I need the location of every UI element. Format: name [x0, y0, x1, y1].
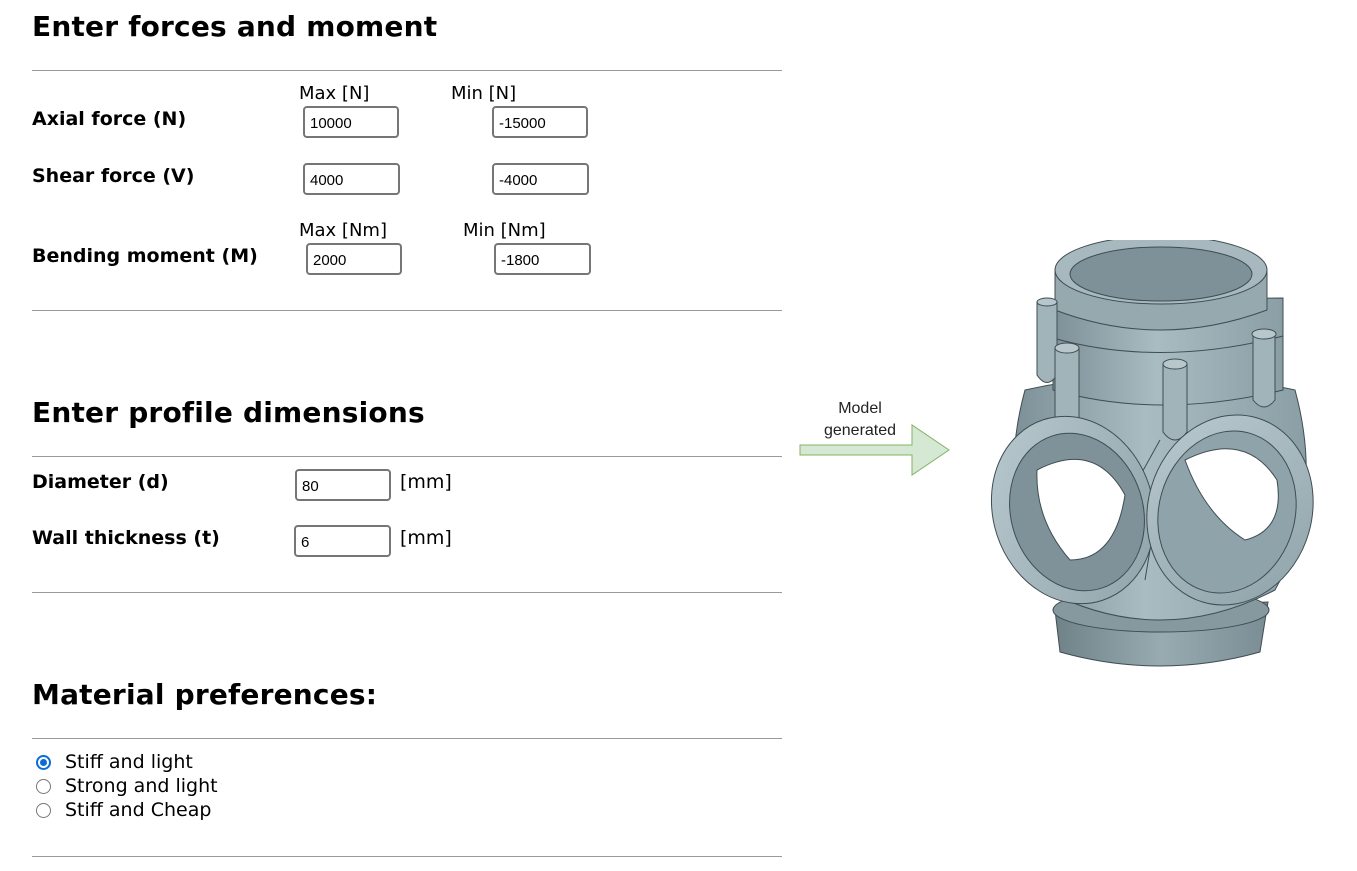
- wall-thickness-input[interactable]: [294, 525, 391, 557]
- caption-line-1: Model: [838, 400, 882, 417]
- min-n-header: Min [N]: [451, 83, 517, 104]
- divider: [32, 70, 782, 71]
- material-option-strong-light[interactable]: Strong and light: [36, 774, 218, 798]
- divider: [32, 310, 782, 311]
- wall-thickness-unit: [mm]: [400, 527, 452, 549]
- radio-button[interactable]: [36, 778, 51, 794]
- shear-min-input[interactable]: [492, 163, 589, 195]
- forces-title: Enter forces and moment: [32, 10, 438, 43]
- shear-force-label: Shear force (V): [32, 165, 195, 187]
- profile-title: Enter profile dimensions: [32, 396, 425, 429]
- radio-button[interactable]: [36, 754, 51, 770]
- axial-max-input[interactable]: [303, 106, 399, 138]
- bending-max-input[interactable]: [306, 243, 402, 275]
- divider: [32, 592, 782, 593]
- min-nm-header: Min [Nm]: [463, 220, 546, 241]
- max-n-header: Max [N]: [299, 83, 370, 104]
- radio-label: Strong and light: [65, 775, 218, 797]
- axial-min-input[interactable]: [492, 106, 588, 138]
- divider: [32, 738, 782, 739]
- shear-max-input[interactable]: [303, 163, 400, 195]
- radio-label: Stiff and light: [65, 751, 193, 773]
- material-option-stiff-cheap[interactable]: Stiff and Cheap: [36, 798, 211, 822]
- bending-moment-label: Bending moment (M): [32, 245, 258, 267]
- radio-button[interactable]: [36, 802, 51, 818]
- divider: [32, 456, 782, 457]
- connector-model-image: [990, 240, 1314, 667]
- diameter-label: Diameter (d): [32, 471, 169, 493]
- divider: [32, 856, 782, 857]
- axial-force-label: Axial force (N): [32, 108, 187, 130]
- bending-min-input[interactable]: [494, 243, 591, 275]
- max-nm-header: Max [Nm]: [299, 220, 387, 241]
- right-arrow-icon: [799, 424, 950, 476]
- material-option-stiff-light[interactable]: Stiff and light: [36, 750, 193, 774]
- diameter-input[interactable]: [295, 469, 391, 501]
- radio-dot: [40, 758, 47, 766]
- radio-label: Stiff and Cheap: [65, 799, 212, 821]
- wall-thickness-label: Wall thickness (t): [32, 527, 220, 549]
- diameter-unit: [mm]: [400, 471, 452, 493]
- material-title: Material preferences:: [32, 678, 378, 711]
